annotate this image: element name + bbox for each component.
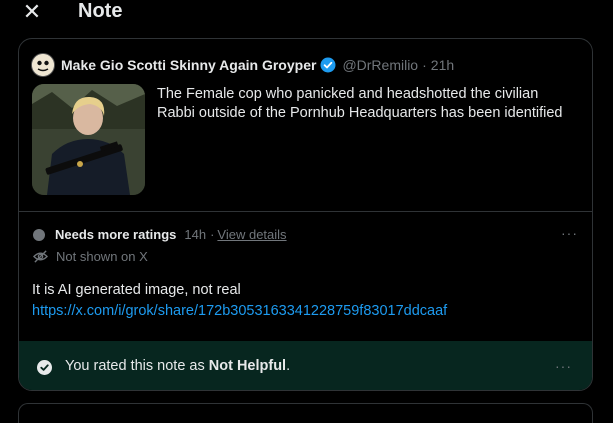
- rated-suffix: .: [286, 358, 291, 374]
- close-icon: ✕: [22, 0, 42, 24]
- note-status: Needs more ratings: [55, 227, 177, 242]
- note-status-row: Needs more ratings 14h · View details: [33, 227, 287, 242]
- not-shown-row: Not shown on X: [33, 249, 148, 264]
- rated-value: Not Helpful: [208, 358, 287, 374]
- close-button[interactable]: ✕: [22, 0, 42, 24]
- post-image[interactable]: [32, 84, 145, 195]
- post-time[interactable]: 21h: [431, 57, 454, 73]
- not-shown-label: Not shown on X: [56, 249, 148, 264]
- header-bar: ✕ Note: [0, 0, 613, 26]
- rated-prefix: You rated this note as: [65, 358, 209, 374]
- note-more-button[interactable]: ···: [561, 225, 578, 241]
- verified-badge-icon: [320, 57, 336, 73]
- separator-dot: ·: [422, 57, 427, 73]
- page-title: Note: [78, 0, 123, 22]
- note-time: 14h: [184, 227, 207, 242]
- check-circle-icon: [37, 360, 52, 375]
- post-header: Make Gio Scotti Skinny Again Groyper @Dr…: [31, 53, 454, 77]
- separator-dot: ·: [210, 227, 215, 242]
- rated-message: You rated this note as Not Helpful.: [65, 358, 290, 374]
- note-source-link[interactable]: https://x.com/i/grok/share/172b305316334…: [32, 303, 447, 319]
- note-card: Make Gio Scotti Skinny Again Groyper @Dr…: [18, 38, 593, 391]
- eye-slash-icon: [33, 249, 48, 264]
- note-text: It is AI generated image, not real: [32, 282, 241, 298]
- rating-more-button[interactable]: ···: [555, 358, 572, 374]
- post-text: The Female cop who panicked and headshot…: [157, 86, 563, 121]
- author-handle[interactable]: @DrRemilio: [342, 57, 418, 73]
- next-card-edge: [18, 403, 593, 423]
- status-dot-icon: [33, 228, 45, 241]
- divider: [19, 211, 592, 212]
- view-details-link[interactable]: View details: [217, 227, 286, 242]
- avatar[interactable]: [31, 53, 55, 77]
- author-display-name[interactable]: Make Gio Scotti Skinny Again Groyper: [61, 57, 316, 73]
- rated-banner: You rated this note as Not Helpful. ···: [19, 341, 592, 390]
